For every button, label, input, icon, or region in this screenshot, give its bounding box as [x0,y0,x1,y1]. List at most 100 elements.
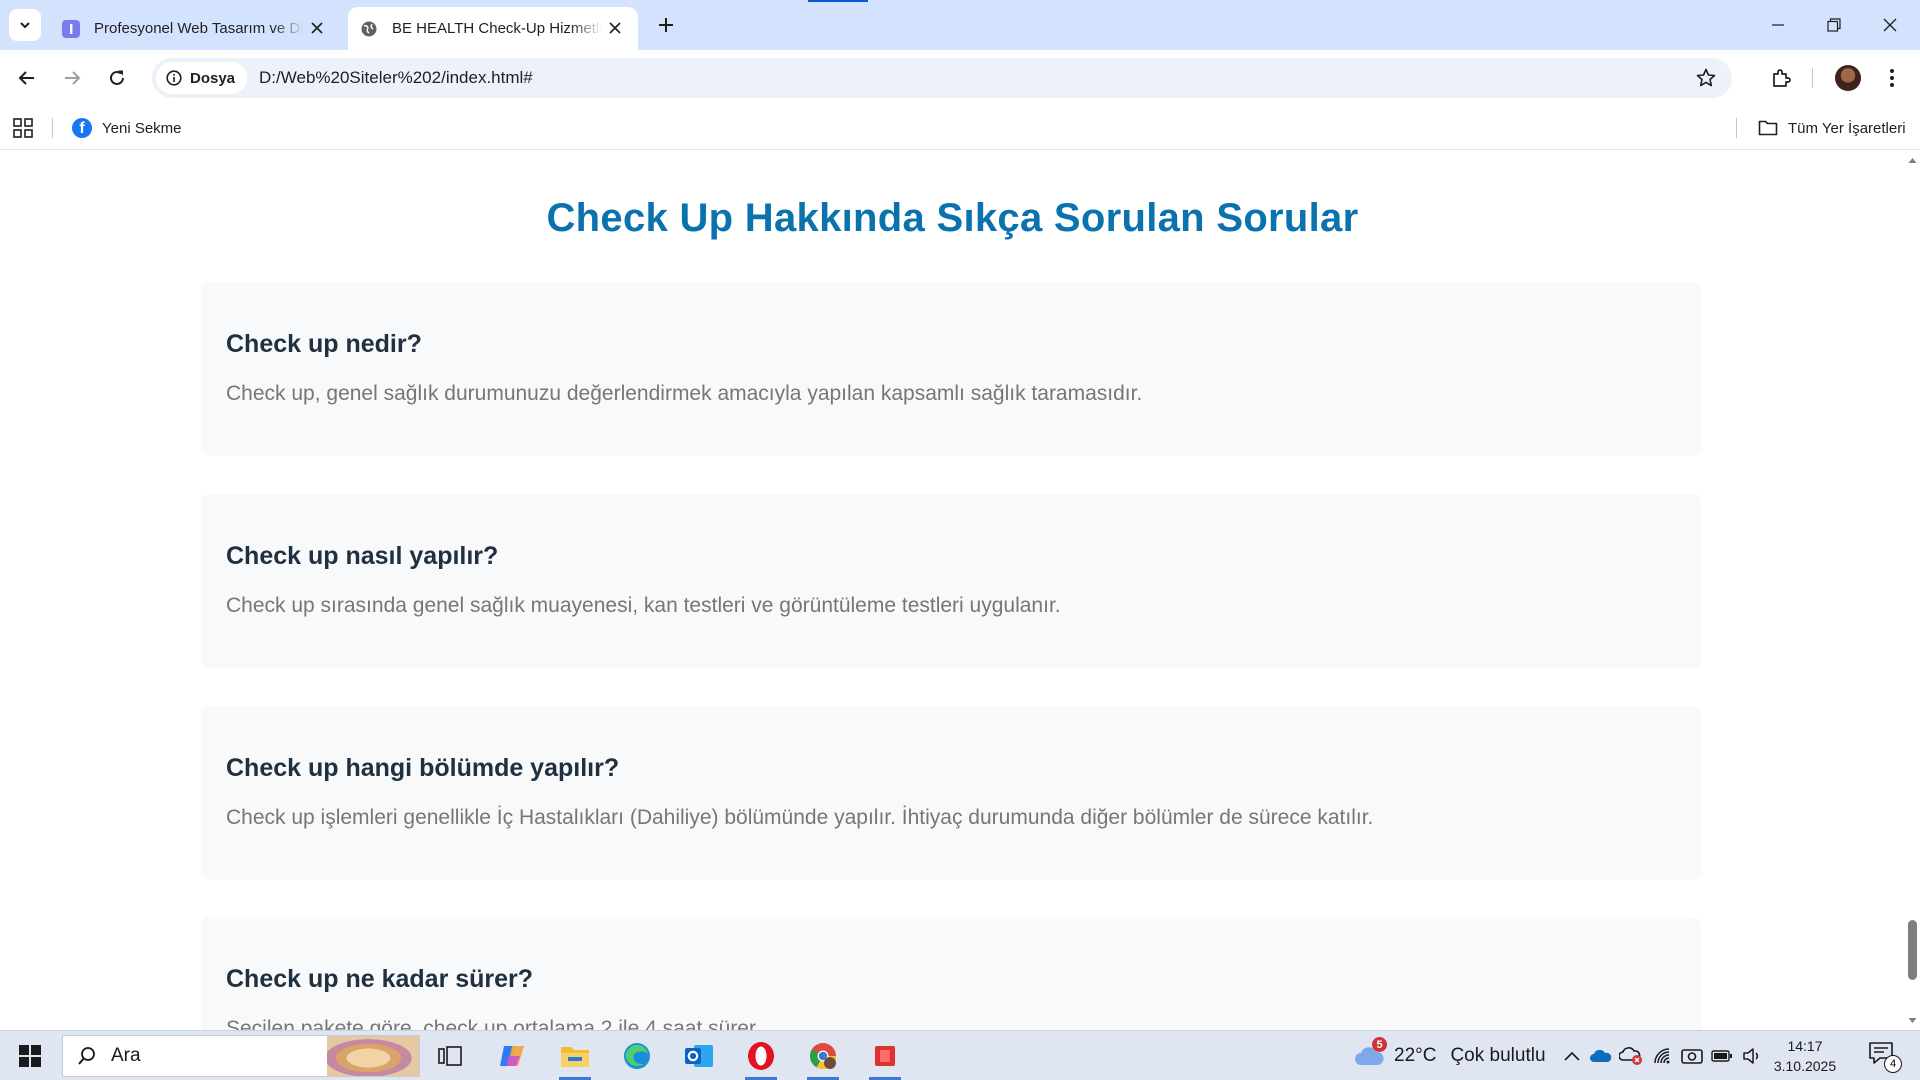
faq-answer: Check up sırasında genel sağlık muayenes… [226,594,1061,617]
site-chip-label: Dosya [190,69,236,87]
bookmarks-bar: f Yeni Sekme Tüm Yer İşaretleri [0,106,1920,150]
battery-tray[interactable] [1710,1044,1734,1068]
copilot-icon [500,1046,524,1066]
faq-answer: Check up, genel sağlık durumunuzu değerl… [226,382,1143,405]
faq-item[interactable]: Check up hangi bölümde yapılır? Check up… [201,706,1701,880]
file-explorer-icon [561,1047,589,1067]
wifi-icon [1654,1048,1670,1064]
forward-button[interactable] [56,62,88,94]
tab-title: Profesyonel Web Tasarım ve Dijital [94,20,304,37]
weather-condition: Çok bulutlu [1450,1045,1546,1066]
all-bookmarks-label: Tüm Yer İşaretleri [1788,119,1906,137]
faq-item[interactable]: Check up ne kadar sürer? Seçilen pakete … [201,917,1701,1030]
opera-button[interactable] [739,1036,783,1080]
notification-count-badge: 4 [1884,1055,1902,1073]
restore-icon [1827,18,1841,32]
task-view-button[interactable] [428,1036,472,1076]
tab-search-button[interactable] [9,9,41,41]
scrollbar-thumb[interactable] [1908,920,1917,980]
faq-answer: Seçilen pakete göre, check up ortalama 2… [226,1017,761,1030]
edge-button[interactable] [615,1036,659,1076]
toolbar-separator [1812,68,1813,88]
info-icon [166,70,182,86]
page-scrollbar[interactable] [1905,150,1920,1030]
menu-button[interactable] [1876,62,1908,94]
volume-tray[interactable] [1740,1044,1764,1068]
speaker-icon [1743,1048,1759,1064]
new-tab-button[interactable] [652,11,680,39]
star-icon [1696,68,1716,87]
bookmarks-separator [52,118,53,138]
network-tray[interactable] [1651,1044,1675,1068]
extensions-button[interactable] [1765,62,1797,94]
tab-inactive[interactable]: Profesyonel Web Tasarım ve Dijital [50,7,340,50]
file-explorer-button[interactable] [553,1036,597,1080]
camera-icon [1681,1049,1703,1064]
chrome-button[interactable] [801,1036,845,1080]
chevron-down-icon [20,22,30,29]
bookmark-yeni-sekme[interactable]: f Yeni Sekme [72,114,182,142]
search-icon [78,1047,95,1065]
globe-icon [360,20,378,38]
clock-date: 3.10.2025 [1773,1058,1837,1074]
faq-question: Check up hangi bölümde yapılır? [226,754,620,782]
tab-strip: Profesyonel Web Tasarım ve Dijital BE HE… [0,0,1920,50]
edge-icon [624,1043,650,1069]
outlook-button[interactable] [677,1036,721,1076]
reload-button[interactable] [101,62,133,94]
tab-active[interactable]: BE HEALTH Check-Up Hizmetleri [348,7,638,50]
url-text[interactable]: D:/Web%20Siteler%202/index.html# [259,68,533,88]
close-tab-icon[interactable] [606,19,624,37]
faq-question: Check up nedir? [226,330,422,358]
tab-title: BE HEALTH Check-Up Hizmetleri [392,20,602,37]
bookmark-label: Yeni Sekme [102,119,182,137]
folder-icon [1758,120,1778,136]
browser-toolbar: Dosya D:/Web%20Siteler%202/index.html# [0,50,1920,106]
taskbar-clock[interactable]: 14:17 3.10.2025 [1770,1036,1840,1076]
notification-center-button[interactable]: 4 [1868,1041,1902,1073]
page-viewport: Check Up Hakkında Sıkça Sorulan Sorular … [0,150,1905,1030]
address-bar[interactable]: Dosya D:/Web%20Siteler%202/index.html# [152,58,1732,98]
windows-taskbar: Ara 5 22°C Çok bulutlu 14:17 3.10.2025 4 [0,1030,1920,1080]
profile-avatar[interactable] [1835,65,1861,91]
cloud-icon: 5 [1354,1037,1387,1067]
scroll-down-icon[interactable] [1908,1016,1917,1025]
tab-indicator [808,0,868,2]
restore-button[interactable] [1806,0,1862,50]
close-window-button[interactable] [1862,0,1918,50]
onedrive-tray[interactable] [1589,1044,1613,1068]
back-button[interactable] [11,62,43,94]
reload-icon [110,70,124,85]
faq-heading: Check Up Hakkında Sıkça Sorulan Sorular [546,196,1359,240]
clock-time: 14:17 [1787,1038,1823,1054]
puzzle-icon [1773,69,1791,87]
faq-item[interactable]: Check up nasıl yapılır? Check up sırasın… [201,494,1701,668]
bookmark-star-button[interactable] [1692,64,1720,92]
site-info-chip[interactable]: Dosya [156,62,248,94]
apps-grid-icon[interactable] [12,117,34,139]
task-view-icon [438,1046,462,1066]
minimize-button[interactable] [1750,0,1806,50]
copilot-button[interactable] [491,1036,535,1076]
plus-icon [659,18,673,32]
more-vertical-icon [1890,69,1894,87]
arrow-right-icon [65,71,81,85]
close-tab-icon[interactable] [308,19,326,37]
chrome-icon [809,1043,837,1070]
show-hidden-icons-button[interactable] [1560,1044,1584,1068]
battery-icon [1711,1050,1732,1062]
meet-now-tray[interactable] [1680,1044,1704,1068]
windows-logo-icon [19,1045,41,1067]
weather-widget[interactable]: 5 22°C Çok bulutlu [1354,1037,1546,1071]
close-icon [1883,18,1897,32]
start-button[interactable] [10,1039,50,1073]
all-bookmarks-button[interactable]: Tüm Yer İşaretleri [1758,114,1906,142]
arrow-left-icon [18,71,34,85]
scroll-up-icon[interactable] [1908,156,1917,165]
faq-item[interactable]: Check up nedir? Check up, genel sağlık d… [201,282,1701,456]
taskbar-search[interactable]: Ara [62,1035,420,1077]
search-highlight-image [327,1036,419,1076]
red-app-button[interactable] [863,1036,907,1080]
cloud-error-tray[interactable] [1619,1044,1643,1068]
weather-temp: 22°C [1394,1045,1437,1066]
